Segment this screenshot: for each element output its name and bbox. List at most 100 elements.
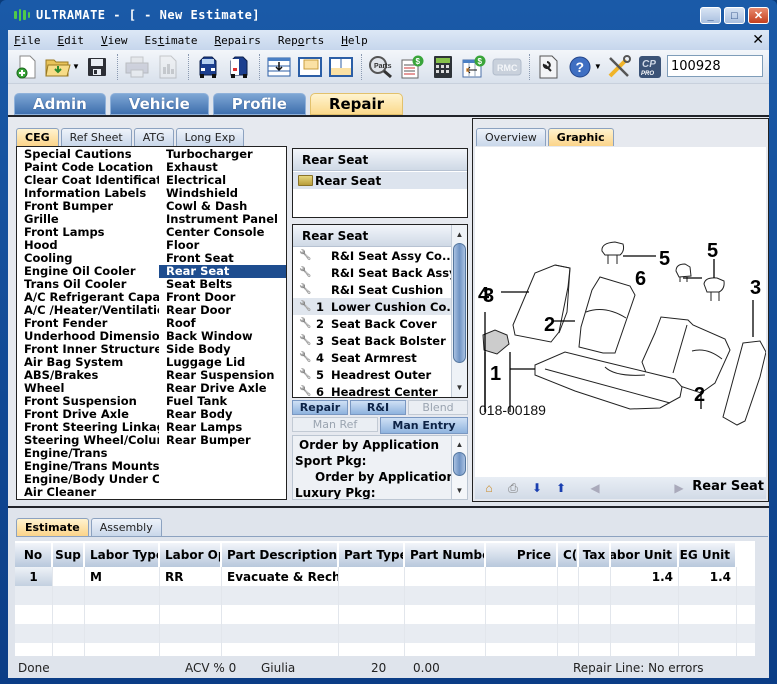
ceg-list-item[interactable]: Engine Oil Cooler bbox=[17, 265, 159, 278]
table-cell[interactable]: RR bbox=[160, 567, 222, 586]
table-cell[interactable] bbox=[15, 643, 53, 656]
title-bar[interactable]: ULTRAMATE - [ - New Estimate] _ □ ✕ bbox=[0, 0, 777, 30]
ceg-list-item[interactable]: Cowl & Dash bbox=[159, 200, 286, 213]
table-cell[interactable] bbox=[15, 586, 53, 605]
document-tools-button[interactable] bbox=[536, 54, 562, 80]
column-header-price[interactable]: Price bbox=[486, 543, 558, 567]
ri-button[interactable]: R&I bbox=[350, 400, 406, 415]
ceg-list-item[interactable]: Electrical bbox=[159, 174, 286, 187]
menu-file[interactable]: File bbox=[14, 34, 41, 47]
column-header-labor-op[interactable]: Labor Op bbox=[160, 543, 222, 567]
ceg-list-item[interactable]: Hood bbox=[17, 239, 159, 252]
table-cell[interactable] bbox=[160, 605, 222, 624]
minimize-button[interactable]: _ bbox=[700, 7, 721, 24]
menu-edit[interactable]: Edit bbox=[58, 34, 85, 47]
cp-pro-button[interactable]: CP PRO bbox=[637, 54, 663, 80]
ceg-list-item[interactable]: Luggage Lid bbox=[159, 356, 286, 369]
ceg-list-item[interactable]: Windshield bbox=[159, 187, 286, 200]
graphic-tab-overview[interactable]: Overview bbox=[476, 128, 546, 146]
scroll-up-arrow-icon[interactable]: ▲ bbox=[452, 227, 467, 242]
table-cell[interactable] bbox=[405, 624, 486, 643]
table-cell[interactable] bbox=[579, 624, 611, 643]
previous-up-button[interactable]: ⬆ bbox=[552, 480, 570, 496]
maximize-button[interactable]: □ bbox=[724, 7, 745, 24]
table-cell[interactable] bbox=[53, 567, 85, 586]
table-row[interactable] bbox=[15, 624, 755, 643]
category-folder-item[interactable]: Rear Seat bbox=[293, 172, 467, 189]
table-cell[interactable] bbox=[53, 605, 85, 624]
ceg-list-item[interactable]: A/C /Heater/Ventilatic bbox=[17, 304, 159, 317]
ceg-list-item[interactable]: Underhood Dimension: bbox=[17, 330, 159, 343]
table-cell[interactable] bbox=[405, 643, 486, 656]
table-cell[interactable] bbox=[53, 586, 85, 605]
main-tab-profile[interactable]: Profile bbox=[212, 93, 306, 115]
ceg-list-item[interactable]: Rear Drive Axle bbox=[159, 382, 286, 395]
table-cell[interactable] bbox=[611, 586, 679, 605]
price-grid-button[interactable]: $ bbox=[461, 54, 487, 80]
table-cell[interactable] bbox=[15, 624, 53, 643]
ceg-list-item[interactable]: Rear Seat bbox=[159, 265, 286, 278]
main-tab-vehicle[interactable]: Vehicle bbox=[109, 93, 209, 115]
table-row[interactable]: 1 MRREvacuate & Rechai 1.41.4 bbox=[15, 567, 755, 586]
blend-button[interactable]: Blend bbox=[408, 400, 468, 415]
ceg-list-item[interactable]: Front Bumper bbox=[17, 200, 159, 213]
ceg-list-item[interactable]: Front Fender bbox=[17, 317, 159, 330]
print-graphic-button[interactable]: ⎙ bbox=[504, 480, 522, 496]
graphic-prev-button[interactable]: ◀ bbox=[586, 480, 604, 496]
table-cell[interactable] bbox=[558, 586, 579, 605]
table-cell[interactable] bbox=[160, 624, 222, 643]
home-button[interactable]: ⌂ bbox=[480, 480, 498, 496]
notes-scroll-thumb[interactable] bbox=[453, 452, 466, 476]
operation-item[interactable]: 🔧 R&I Seat Assy Co... bbox=[293, 247, 467, 264]
ceg-list-item[interactable]: Front Door bbox=[159, 291, 286, 304]
table-cell[interactable] bbox=[53, 624, 85, 643]
table-cell[interactable] bbox=[679, 605, 737, 624]
layout-top-button[interactable] bbox=[297, 54, 323, 80]
ceg-list-item[interactable]: Clear Coat Identificatio bbox=[17, 174, 159, 187]
table-cell[interactable]: M bbox=[85, 567, 160, 586]
ceg-list-item[interactable]: Rear Bumper bbox=[159, 434, 286, 447]
table-cell[interactable] bbox=[160, 586, 222, 605]
ceg-list-item[interactable]: Front Suspension bbox=[17, 395, 159, 408]
ceg-list-item[interactable]: Grille bbox=[17, 213, 159, 226]
parts-diagram[interactable]: 5 6 5 3 3 4 2 2 1 4 018-00189 bbox=[475, 147, 767, 477]
insert-line-button[interactable] bbox=[266, 54, 292, 80]
ceg-category-list[interactable]: Special Cautions Paint Code Location Clear… bbox=[16, 146, 287, 500]
ceg-list-item[interactable]: Instrument Panel bbox=[159, 213, 286, 226]
ceg-list-item[interactable]: Rear Body bbox=[159, 408, 286, 421]
column-header-tax[interactable]: Tax bbox=[579, 543, 611, 567]
ceg-list-item[interactable]: Seat Belts bbox=[159, 278, 286, 291]
man-entry-button[interactable]: Man Entry bbox=[380, 417, 468, 434]
table-cell[interactable]: 1.4 bbox=[611, 567, 679, 586]
ceg-list-item[interactable]: Floor bbox=[159, 239, 286, 252]
column-header-labor-unit[interactable]: Labor Unit bbox=[611, 543, 679, 567]
column-header-part-description[interactable]: Part Description bbox=[222, 543, 339, 567]
table-cell[interactable] bbox=[339, 567, 405, 586]
bottom-tab-assembly[interactable]: Assembly bbox=[90, 518, 162, 536]
ceg-list-item[interactable]: Engine/Trans Mounts bbox=[17, 460, 159, 473]
menu-reports[interactable]: Reports bbox=[278, 34, 324, 47]
ceg-list-item[interactable]: Steering Wheel/Colum bbox=[17, 434, 159, 447]
table-cell[interactable] bbox=[486, 624, 558, 643]
menu-view[interactable]: View bbox=[101, 34, 128, 47]
save-button[interactable] bbox=[84, 54, 110, 80]
table-cell[interactable] bbox=[85, 624, 160, 643]
ceg-list-item[interactable]: Front Lamps bbox=[17, 226, 159, 239]
column-header-c-[interactable]: C( bbox=[558, 543, 579, 567]
table-cell[interactable] bbox=[339, 586, 405, 605]
ceg-list-item[interactable]: Back Window bbox=[159, 330, 286, 343]
ceg-list-item[interactable]: Roof bbox=[159, 317, 286, 330]
table-cell[interactable] bbox=[85, 586, 160, 605]
ceg-list-item[interactable]: Cooling bbox=[17, 252, 159, 265]
vehicle-rear-button[interactable] bbox=[226, 54, 252, 80]
layout-bottom-button[interactable] bbox=[328, 54, 354, 80]
operation-item[interactable]: 🔧 R&I Seat Cushion bbox=[293, 281, 467, 298]
table-cell[interactable] bbox=[85, 605, 160, 624]
bottom-tab-estimate[interactable]: Estimate bbox=[16, 518, 89, 536]
table-row[interactable] bbox=[15, 586, 755, 605]
operation-item[interactable]: 🔧 2 Seat Back Cover bbox=[293, 315, 467, 332]
scroll-up-arrow-icon[interactable]: ▲ bbox=[452, 437, 467, 452]
table-cell[interactable] bbox=[160, 643, 222, 656]
operations-scrollbar[interactable]: ▲ ▼ bbox=[451, 225, 467, 397]
table-cell[interactable] bbox=[679, 624, 737, 643]
